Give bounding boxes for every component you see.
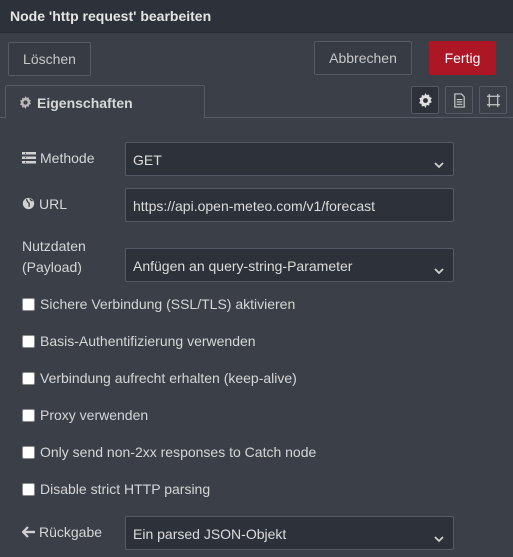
url-label-text: URL (39, 196, 68, 212)
chevron-down-icon (434, 530, 444, 548)
delete-button[interactable]: Löschen (8, 42, 91, 76)
tls-checkbox-label: Sichere Verbindung (SSL/TLS) aktivieren (40, 296, 296, 312)
dialog-title: Node 'http request' bearbeiten (10, 8, 212, 24)
return-select[interactable]: Ein parsed JSON-Objekt (125, 516, 454, 550)
keep-alive-checkbox[interactable] (22, 372, 35, 385)
url-input-value: https://api.open-meteo.com/v1/forecast (133, 198, 376, 214)
done-button[interactable]: Fertig (429, 41, 496, 75)
strict-http-checkbox[interactable] (22, 483, 35, 496)
basic-auth-checkbox-label: Basis-Authentifizierung verwenden (40, 333, 256, 349)
return-select-value: Ein parsed JSON-Objekt (133, 526, 287, 542)
payload-select-value: Anfügen an query-string-Parameter (133, 258, 353, 274)
dialog-titlebar: Node 'http request' bearbeiten (0, 0, 513, 33)
keep-alive-checkbox-label: Verbindung aufrecht erhalten (keep-alive… (40, 370, 297, 386)
url-input[interactable]: https://api.open-meteo.com/v1/forecast (125, 188, 454, 222)
cancel-button[interactable]: Abbrechen (314, 41, 412, 75)
strict-http-checkbox-label: Disable strict HTTP parsing (40, 481, 211, 497)
return-label-text: Rückgabe (39, 524, 103, 540)
return-label: Rückgabe (21, 524, 103, 540)
gear-icon (19, 96, 32, 114)
payload-label-line2: (Payload) (22, 259, 82, 275)
tab-bar: Eigenschaften (0, 82, 513, 119)
list-icon (22, 150, 40, 166)
proxy-checkbox-label: Proxy verwenden (40, 407, 149, 423)
arrow-left-icon (21, 524, 39, 540)
chevron-down-icon (434, 156, 444, 174)
method-label: Methode (22, 150, 94, 166)
tab-settings-icon-button[interactable] (411, 86, 439, 114)
tab-properties[interactable]: Eigenschaften (5, 85, 205, 119)
url-label: URL (22, 196, 67, 212)
basic-auth-checkbox[interactable] (22, 335, 35, 348)
method-label-text: Methode (40, 150, 95, 166)
payload-label: Nutzdaten (Payload) (22, 236, 86, 278)
proxy-checkbox[interactable] (22, 409, 35, 422)
method-select-value: GET (133, 152, 162, 168)
non-2xx-checkbox-label: Only send non-2xx responses to Catch nod… (40, 444, 317, 460)
tab-description-icon-button[interactable] (445, 86, 473, 114)
tls-checkbox[interactable] (22, 298, 35, 311)
tab-appearance-icon-button[interactable] (479, 86, 507, 114)
payload-label-line1: Nutzdaten (22, 238, 86, 254)
non-2xx-checkbox[interactable] (22, 446, 35, 459)
tab-label: Eigenschaften (37, 95, 133, 111)
chevron-down-icon (434, 262, 444, 280)
globe-icon (22, 196, 39, 212)
method-select[interactable]: GET (125, 142, 454, 176)
payload-select[interactable]: Anfügen an query-string-Parameter (125, 248, 454, 282)
